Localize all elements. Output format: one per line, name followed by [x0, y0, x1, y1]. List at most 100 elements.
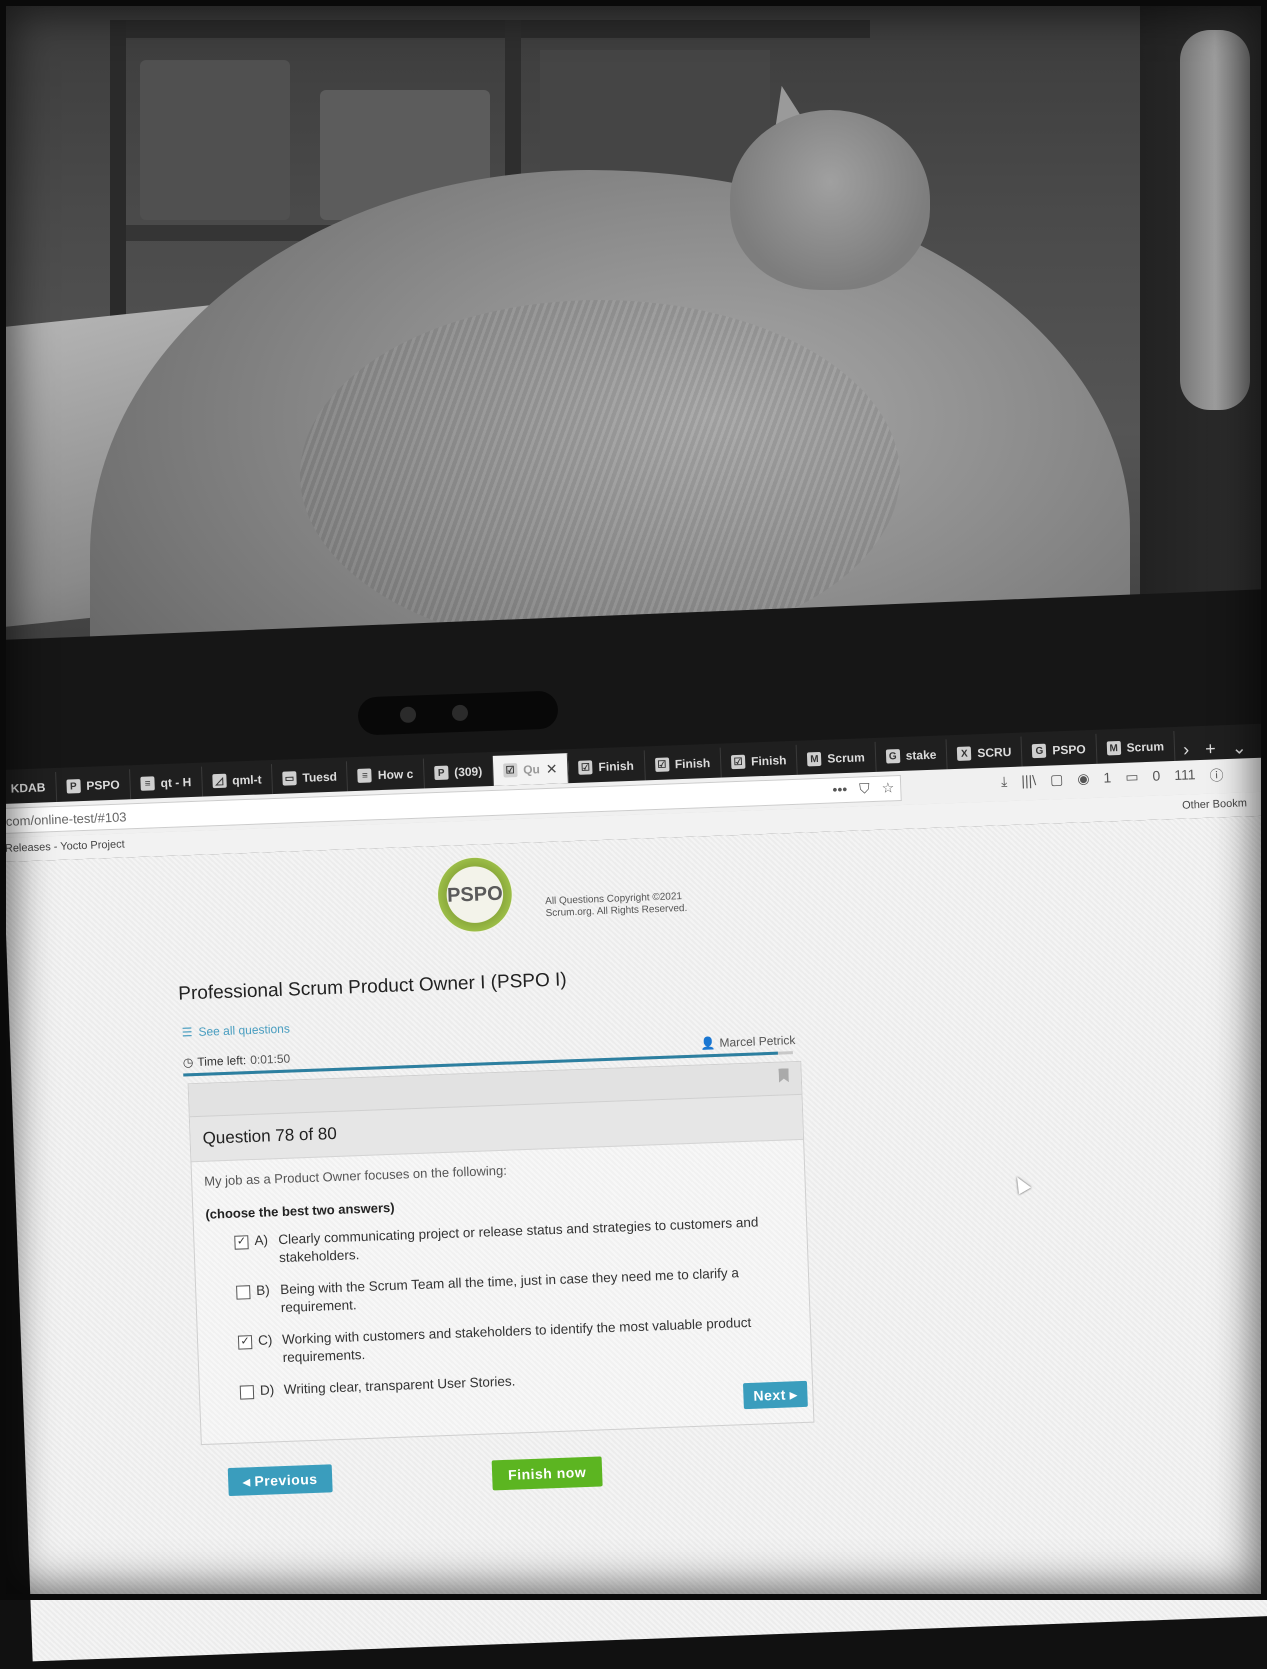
checkbox-icon: ☑: [654, 757, 670, 772]
bookmark-star-icon[interactable]: ☆: [881, 779, 894, 796]
checkbox-a[interactable]: ✓: [234, 1235, 249, 1250]
download-icon[interactable]: ⤓: [1001, 773, 1008, 793]
qml-icon: ◿: [211, 773, 227, 789]
tab-label: Qu: [522, 762, 541, 777]
option-text: Writing clear, transparent User Stories.: [283, 1373, 516, 1398]
page-title: Professional Scrum Product Owner I (PSPO…: [177, 969, 568, 1005]
bookmark-item[interactable]: Releases - Yocto Project: [5, 838, 125, 854]
tab[interactable]: ◿ qml-t: [201, 764, 274, 797]
checkbox-icon: ☑: [502, 763, 518, 778]
question-box: Question 78 of 80 My job as a Product Ow…: [187, 1060, 815, 1446]
tab-label: How c: [377, 766, 414, 783]
option-text: Being with the Scrum Team all the time, …: [279, 1265, 740, 1316]
option-text: Working with customers and stakeholders …: [281, 1314, 752, 1366]
list-icon: ☰: [181, 1025, 193, 1040]
pspo-logo: PSPO: [435, 855, 515, 935]
tab-label: stake: [905, 747, 937, 763]
account-icon[interactable]: ◉: [1077, 770, 1090, 790]
stackoverflow-icon: ≡: [140, 776, 155, 791]
tab-label: Finish: [674, 755, 711, 772]
previous-label: Previous: [254, 1470, 318, 1490]
tab[interactable]: P PSPO: [55, 769, 132, 802]
tab[interactable]: KDAB: [0, 771, 57, 804]
option-letter: B): [255, 1282, 271, 1298]
chat-icon: ▭: [282, 771, 297, 786]
tab[interactable]: ≡ How c: [347, 758, 425, 792]
tab[interactable]: P (309): [423, 755, 494, 789]
tab-label: Finish: [750, 753, 787, 769]
shelf-post: [110, 20, 126, 320]
tab[interactable]: M Scrum: [796, 741, 877, 775]
next-label: Next: [753, 1386, 787, 1404]
tab-label: PSPO: [86, 777, 120, 793]
next-button[interactable]: Next ▸: [742, 1380, 808, 1410]
checkbox-icon: ☑: [730, 754, 746, 770]
checkbox-b[interactable]: [236, 1285, 251, 1300]
new-tab-button[interactable]: +: [1197, 738, 1224, 760]
tab-active[interactable]: ☑ Qu ✕: [492, 753, 570, 786]
tab-label: KDAB: [10, 780, 46, 796]
extension-text-icon[interactable]: 111: [1174, 766, 1196, 787]
scroll-tabs-icon[interactable]: ›: [1175, 739, 1198, 761]
tab-label: qml-t: [231, 772, 262, 788]
tab[interactable]: ☑ Finish: [567, 750, 646, 784]
tab[interactable]: X SCRU: [946, 736, 1023, 770]
tab[interactable]: G PSPO: [1021, 733, 1098, 767]
checkbox-c[interactable]: ✓: [237, 1335, 253, 1350]
answer-option-c[interactable]: ✓ C) Working with customers and stakehol…: [237, 1312, 811, 1369]
tab-label: PSPO: [1052, 742, 1086, 758]
ml-icon: M: [1106, 740, 1121, 756]
answer-options: ✓ A) Clearly communicating project or re…: [194, 1200, 812, 1402]
page-actions-icon[interactable]: •••: [832, 781, 847, 799]
webcam-lens: [399, 706, 417, 724]
tab[interactable]: ≡ qt - H: [130, 766, 203, 800]
see-all-label: See all questions: [198, 1021, 291, 1039]
previous-button[interactable]: ◂ Previous: [227, 1464, 333, 1497]
sidebar-icon[interactable]: ▢: [1050, 771, 1064, 791]
tab[interactable]: ☑ Finish: [644, 747, 722, 781]
bookmark-icon[interactable]: [778, 1068, 789, 1082]
tab-list-icon[interactable]: ⌄: [1223, 737, 1255, 759]
extension-badge-icon[interactable]: 1: [1103, 769, 1112, 789]
user-label: Marcel Petrick: [719, 1033, 796, 1050]
option-letter: C): [257, 1332, 273, 1348]
extension-icon[interactable]: ▭: [1125, 768, 1139, 788]
finish-now-button[interactable]: Finish now: [491, 1456, 603, 1491]
answer-option-a[interactable]: ✓ A) Clearly communicating project or re…: [234, 1212, 807, 1269]
clock-icon: ◷: [182, 1055, 194, 1070]
stackoverflow-icon: ≡: [357, 768, 373, 783]
quiz-page: PSPO All Questions Copyright ©2021 Scrum…: [3, 814, 1267, 1662]
close-tab-icon[interactable]: ✕: [546, 760, 558, 777]
g-icon: G: [1032, 743, 1047, 759]
pinterest-icon: P: [433, 765, 449, 781]
cat-fur: [300, 300, 900, 650]
answer-option-b[interactable]: B) Being with the Scrum Team all the tim…: [236, 1262, 809, 1319]
time-left: ◷ Time left: 0:01:50: [183, 1052, 291, 1070]
other-bookmarks[interactable]: Other Bookm: [1182, 797, 1247, 811]
checkbox-d[interactable]: [239, 1385, 255, 1400]
url-text[interactable]: com/online-test/#103: [6, 809, 127, 828]
laptop-screen: KDAB P PSPO ≡ qt - H ◿ qml-t ▭ Tuesd ≡ How c …: [0, 722, 1267, 1669]
answer-option-d[interactable]: D) Writing clear, transparent User Stori…: [239, 1362, 812, 1401]
tab[interactable]: ▭ Tuesd: [271, 761, 349, 795]
tab-label: Finish: [598, 758, 635, 775]
tab-label: qt - H: [160, 775, 192, 791]
library-icon[interactable]: |||\: [1021, 772, 1037, 793]
caret-left-icon: ◂: [242, 1472, 251, 1490]
option-letter: A): [254, 1232, 269, 1248]
tab[interactable]: Gstake: [875, 739, 948, 772]
time-left-value: 0:01:50: [249, 1051, 291, 1068]
logo-text: PSPO: [446, 882, 504, 907]
info-icon[interactable]: ⓘ: [1209, 765, 1224, 785]
pocket-icon[interactable]: ⛉: [859, 780, 870, 797]
caret-right-icon: ▸: [789, 1385, 798, 1402]
cat-head: [730, 110, 930, 290]
google-icon: G: [885, 749, 900, 764]
download-badge-icon[interactable]: 0: [1152, 767, 1161, 787]
webcam-lens: [451, 704, 469, 722]
see-all-questions-link[interactable]: ☰ See all questions: [181, 1022, 290, 1040]
tab[interactable]: M Scrum: [1096, 730, 1176, 764]
user-name: 👤 Marcel Petrick: [700, 1033, 795, 1050]
tab[interactable]: ☑ Finish: [720, 744, 798, 778]
checkbox-icon: ☑: [578, 760, 593, 775]
